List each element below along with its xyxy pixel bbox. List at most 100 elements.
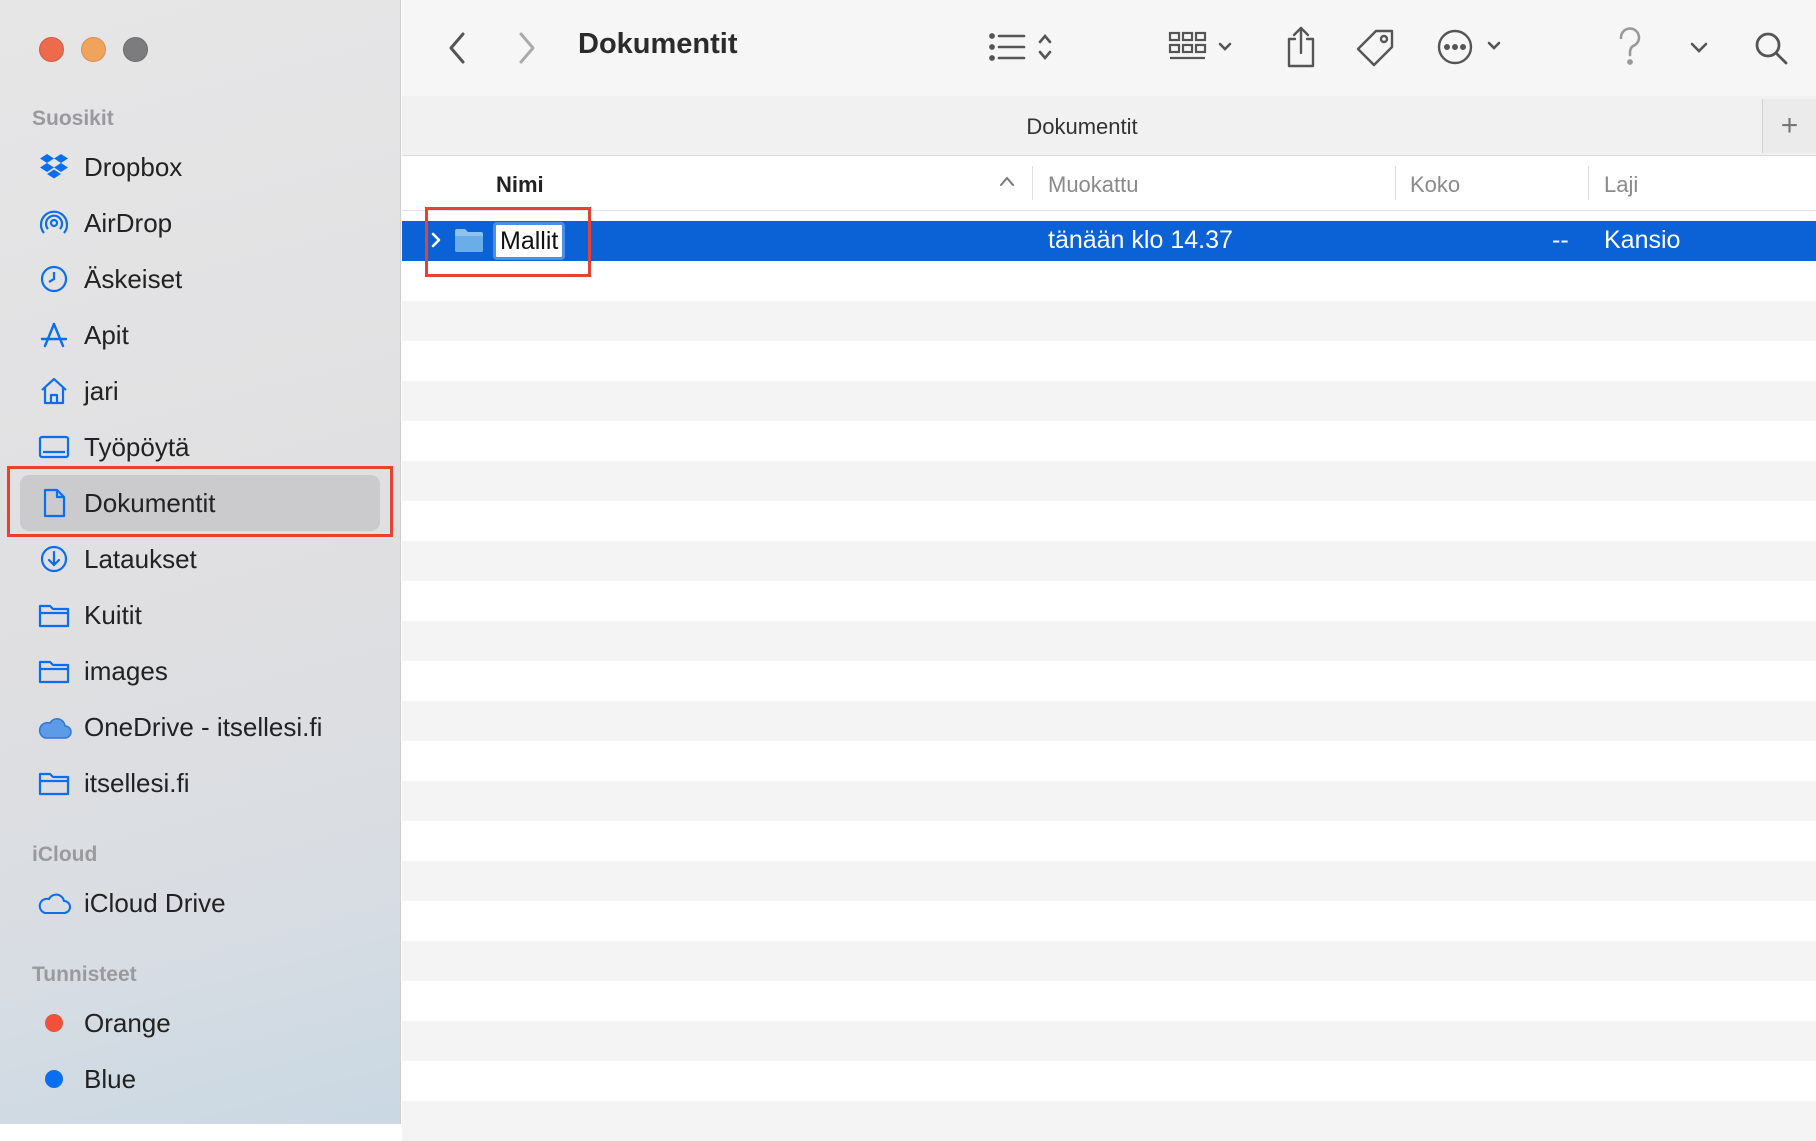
sidebar-item-label: Äskeiset — [84, 263, 183, 294]
sidebar-item-label: jari — [84, 375, 119, 406]
sidebar-item-images[interactable]: images — [20, 643, 380, 699]
search-button[interactable] — [1746, 24, 1796, 72]
sidebar-item-label: images — [84, 655, 168, 686]
column-header: Nimi Muokattu Koko Laji — [402, 156, 1816, 211]
chevron-down-icon — [1690, 42, 1708, 53]
minimize-window-button[interactable] — [81, 37, 106, 62]
empty-row — [402, 461, 1816, 501]
highlight-box-file — [425, 207, 591, 277]
folder-icon — [36, 653, 72, 689]
list-view-icon — [989, 33, 1052, 61]
sidebar-item-label: Apit — [84, 319, 129, 350]
home-icon — [36, 373, 72, 409]
sidebar-item-downloads[interactable]: Lataukset — [20, 531, 380, 587]
sidebar-item-label: Orange — [84, 1007, 171, 1038]
sidebar-item-label: itsellesi.fi — [84, 767, 190, 798]
help-button[interactable] — [1610, 22, 1650, 72]
file-list: Nimi Muokattu Koko Laji Mallit tänään kl… — [402, 156, 1816, 1141]
sidebar-item-kuitit[interactable]: Kuitit — [20, 587, 380, 643]
share-button[interactable] — [1278, 22, 1324, 72]
sidebar-item-label: iCloud Drive — [84, 887, 226, 918]
tab-documents[interactable]: Dokumentit — [402, 114, 1762, 140]
download-icon — [36, 541, 72, 577]
sidebar-item-tag-orange[interactable]: Orange — [20, 995, 380, 1051]
empty-row — [402, 781, 1816, 821]
sidebar-item-icloud-drive[interactable]: iCloud Drive — [20, 875, 380, 931]
file-rows: Mallit tänään klo 14.37 -- Kansio — [402, 221, 1816, 1141]
empty-row — [402, 821, 1816, 861]
empty-row — [402, 981, 1816, 1021]
desktop-icon — [36, 429, 72, 465]
chevron-left-icon — [449, 32, 465, 64]
sidebar-item-airdrop[interactable]: AirDrop — [20, 195, 380, 251]
sidebar-item-label: Dropbox — [84, 151, 183, 182]
sidebar-item-label: Lataukset — [84, 543, 197, 574]
empty-row — [402, 1061, 1816, 1101]
sidebar-item-recent[interactable]: Äskeiset — [20, 251, 380, 307]
empty-row — [402, 381, 1816, 421]
empty-row — [402, 1021, 1816, 1061]
sidebar: Suosikit Dropbox AirDrop Äskeiset Apit j… — [0, 0, 401, 1124]
sidebar-item-dropbox[interactable]: Dropbox — [20, 139, 380, 195]
toolbar-overflow-button[interactable] — [1684, 30, 1714, 66]
tags-button[interactable] — [1350, 24, 1400, 72]
ellipsis-circle-icon — [1437, 29, 1501, 65]
column-size[interactable]: Koko — [1410, 172, 1460, 198]
favorites-heading: Suosikit — [32, 107, 114, 130]
folder-icon — [36, 765, 72, 801]
zoom-window-button[interactable] — [123, 37, 148, 62]
apps-icon — [36, 317, 72, 353]
empty-row — [402, 1101, 1816, 1141]
highlight-box-sidebar — [7, 466, 393, 537]
column-modified[interactable]: Muokattu — [1048, 172, 1139, 198]
more-actions-button[interactable] — [1432, 24, 1512, 70]
dropbox-icon — [36, 149, 72, 185]
empty-row — [402, 341, 1816, 381]
sidebar-item-home[interactable]: jari — [20, 363, 380, 419]
sidebar-item-label: OneDrive - itsellesi.fi — [84, 711, 323, 742]
view-list-button[interactable] — [984, 24, 1064, 70]
toolbar: Dokumentit — [402, 0, 1816, 96]
sidebar-item-label: Työpöytä — [84, 431, 190, 462]
column-kind[interactable]: Laji — [1604, 172, 1638, 198]
column-name[interactable]: Nimi — [496, 172, 544, 198]
column-divider[interactable] — [1395, 166, 1396, 200]
chevron-right-icon — [519, 32, 535, 64]
question-mark-icon — [1619, 27, 1641, 65]
sidebar-item-label: Kuitit — [84, 599, 142, 630]
empty-row — [402, 581, 1816, 621]
column-divider[interactable] — [1588, 166, 1589, 200]
tag-icon — [1356, 29, 1394, 67]
tags-heading: Tunnisteet — [32, 963, 137, 986]
group-button[interactable] — [1164, 24, 1244, 70]
back-button[interactable] — [442, 28, 472, 68]
empty-row — [402, 301, 1816, 341]
orange-tag-dot-icon — [36, 1005, 72, 1041]
airdrop-icon — [36, 205, 72, 241]
table-row[interactable]: Mallit tänään klo 14.37 -- Kansio — [402, 221, 1816, 261]
icloud-icon — [36, 885, 72, 921]
empty-row — [402, 621, 1816, 661]
blue-tag-dot-icon — [36, 1061, 72, 1097]
new-tab-button[interactable]: + — [1762, 99, 1816, 153]
sidebar-item-itsellesi[interactable]: itsellesi.fi — [20, 755, 380, 811]
sidebar-item-apps[interactable]: Apit — [20, 307, 380, 363]
empty-row — [402, 421, 1816, 461]
empty-row — [402, 741, 1816, 781]
close-window-button[interactable] — [39, 37, 64, 62]
folder-icon — [36, 597, 72, 633]
file-size: -- — [1552, 226, 1569, 254]
sort-ascending-icon[interactable] — [998, 174, 1016, 192]
cloud-icon — [36, 709, 72, 745]
icloud-heading: iCloud — [32, 843, 98, 866]
file-modified: tänään klo 14.37 — [1048, 226, 1233, 254]
sidebar-item-onedrive[interactable]: OneDrive - itsellesi.fi — [20, 699, 380, 755]
forward-button[interactable] — [512, 28, 542, 68]
empty-row — [402, 261, 1816, 301]
window-controls — [39, 37, 148, 62]
grid-group-icon — [1168, 31, 1232, 60]
empty-row — [402, 901, 1816, 941]
sidebar-item-tag-blue[interactable]: Blue — [20, 1051, 380, 1107]
column-divider[interactable] — [1032, 166, 1033, 200]
window-title: Dokumentit — [578, 28, 738, 60]
